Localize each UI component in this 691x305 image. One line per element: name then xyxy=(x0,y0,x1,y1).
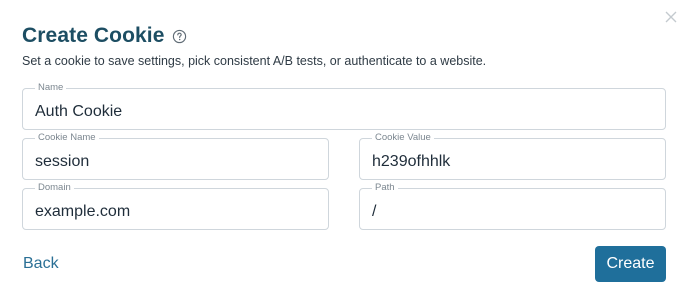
name-input[interactable] xyxy=(23,89,665,129)
dialog-subtitle: Set a cookie to save settings, pick cons… xyxy=(22,54,487,68)
path-field[interactable]: Path xyxy=(359,182,666,230)
cookie-value-field[interactable]: Cookie Value xyxy=(359,132,666,180)
domain-input[interactable] xyxy=(23,189,328,229)
close-icon[interactable] xyxy=(662,8,680,26)
domain-field[interactable]: Domain xyxy=(22,182,329,230)
cookie-name-input[interactable] xyxy=(23,139,328,179)
path-input[interactable] xyxy=(360,189,665,229)
name-field[interactable]: Name xyxy=(22,82,666,130)
create-cookie-dialog: Create Cookie Set a cookie to save setti… xyxy=(0,0,691,305)
create-button[interactable]: Create xyxy=(595,246,666,282)
help-circle-icon[interactable] xyxy=(172,29,187,44)
dialog-title: Create Cookie xyxy=(22,24,165,47)
cookie-value-input[interactable] xyxy=(360,139,665,179)
cookie-name-field[interactable]: Cookie Name xyxy=(22,132,329,180)
back-link[interactable]: Back xyxy=(23,255,59,273)
title-row: Create Cookie xyxy=(22,24,187,48)
